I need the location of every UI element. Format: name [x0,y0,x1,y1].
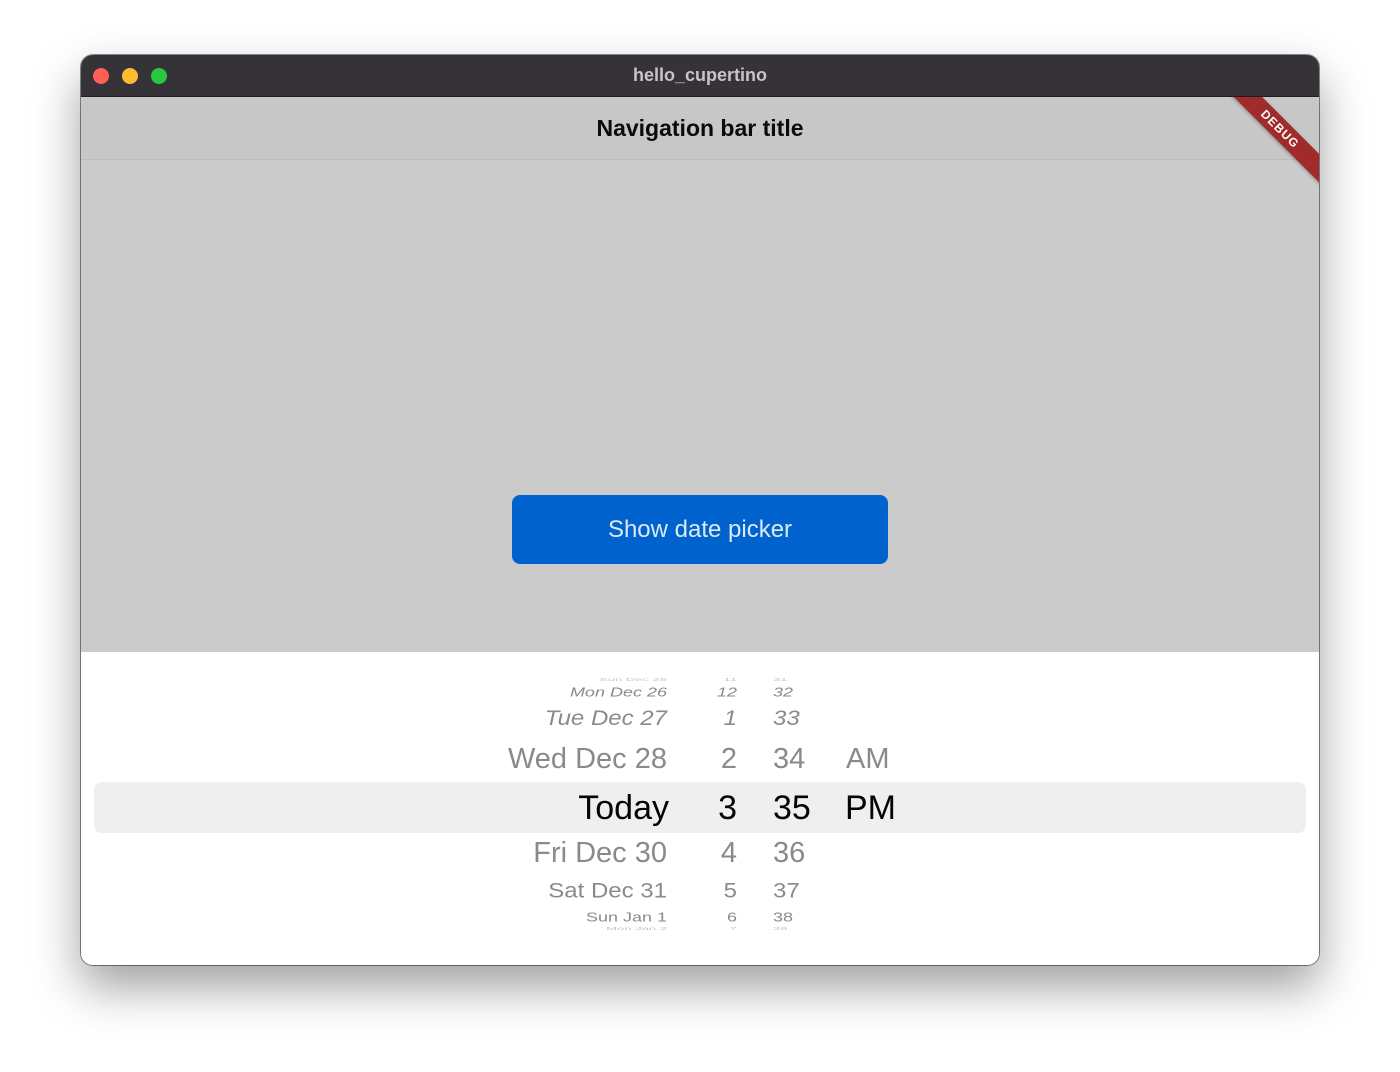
window-title: hello_cupertino [632,65,767,85]
picker-date-cell[interactable]: Sat Dec 31 [548,879,667,902]
picker-date-cell[interactable]: Mon Jan 2 [606,926,667,931]
picker-hour-cell[interactable]: 5 [724,879,737,902]
picker-date-cell[interactable]: Mon Dec 26 [570,685,667,699]
picker-minute-cell[interactable]: 36 [773,837,805,869]
picker-selected-ampm[interactable]: PM [845,788,896,828]
picker-date-cell[interactable]: Wed Dec 28 [508,743,667,775]
picker-hour-cell[interactable]: 4 [721,837,737,869]
picker-selected-row[interactable]: Today 3 35 PM [81,788,1319,828]
picker-hour-cell[interactable]: 12 [717,685,737,699]
app-window: hello_cupertino Navigation bar title DEB… [81,55,1319,965]
picker-row[interactable]: Sat Dec 31 5 37 [81,879,1319,902]
picker-minute-cell[interactable]: 31 [773,677,787,682]
picker-row[interactable]: Mon Dec 26 12 32 [81,685,1319,699]
picker-row[interactable]: Fri Dec 30 4 36 [81,837,1319,869]
picker-ampm-cell[interactable]: AM [846,743,890,775]
picker-minute-cell[interactable]: 38 [773,910,793,924]
picker-minute-cell[interactable]: 34 [773,743,805,775]
picker-minute-cell[interactable]: 33 [773,707,800,731]
picker-row[interactable]: Sun Dec 25 11 31 [81,677,1319,682]
picker-selected-minute[interactable]: 35 [773,788,811,828]
picker-minute-cell[interactable]: 39 [773,926,787,931]
picker-hour-cell[interactable]: 2 [721,743,737,775]
title-bar[interactable]: hello_cupertino [81,55,1319,97]
picker-date-cell[interactable]: Sun Dec 25 [599,677,667,682]
picker-date-cell[interactable]: Tue Dec 27 [545,707,667,731]
picker-hour-cell[interactable]: 7 [730,926,737,931]
picker-row[interactable]: Wed Dec 28 2 34 AM [81,743,1319,775]
picker-selected-hour[interactable]: 3 [718,788,737,828]
picker-row[interactable]: Tue Dec 27 1 33 [81,707,1319,731]
picker-date-cell[interactable]: Fri Dec 30 [533,837,667,869]
navigation-bar-title: Navigation bar title [596,115,804,141]
picker-hour-cell[interactable]: 11 [724,677,738,682]
show-date-picker-button[interactable]: Show date picker [512,495,888,564]
picker-hour-cell[interactable]: 6 [727,910,737,924]
picker-row[interactable]: Sun Jan 1 6 38 [81,910,1319,924]
picker-row[interactable]: Mon Jan 2 7 39 [81,926,1319,931]
picker-hour-cell[interactable]: 1 [724,707,737,731]
picker-selected-date[interactable]: Today [578,788,669,828]
picker-minute-cell[interactable]: 32 [773,685,793,699]
picker-minute-cell[interactable]: 37 [773,879,800,902]
picker-date-cell[interactable]: Sun Jan 1 [586,910,667,924]
navigation-bar: Navigation bar title [81,97,1319,160]
app-content: Navigation bar title DEBUG Show date pic… [81,97,1319,965]
date-picker-sheet: Sun Dec 25 11 31 Mon Dec 26 12 32 Tue De… [81,652,1319,965]
